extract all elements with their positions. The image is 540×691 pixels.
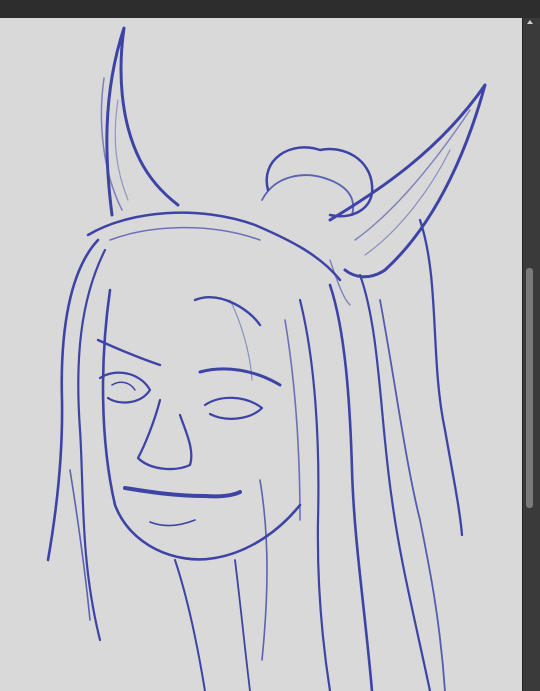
right-eye xyxy=(203,396,264,420)
left-eye xyxy=(98,371,152,404)
sketch-drawing xyxy=(46,26,487,691)
mouth xyxy=(123,486,242,499)
face-outline xyxy=(101,288,302,561)
nose xyxy=(136,398,193,471)
vertical-scrollbar[interactable] xyxy=(522,18,540,691)
right-ear-stroke xyxy=(328,83,487,279)
drawing-canvas[interactable] xyxy=(0,18,522,691)
left-ear-inner xyxy=(100,77,123,211)
chevron-up-icon[interactable] xyxy=(527,20,533,24)
left-ear-stroke xyxy=(105,26,180,217)
neck xyxy=(174,559,206,691)
top-toolbar xyxy=(0,0,540,19)
hair-outline-right xyxy=(328,283,374,691)
right-brow xyxy=(198,367,282,387)
hair-bun xyxy=(265,146,374,218)
left-brow xyxy=(96,338,162,367)
scrollbar-thumb[interactable] xyxy=(526,268,533,508)
